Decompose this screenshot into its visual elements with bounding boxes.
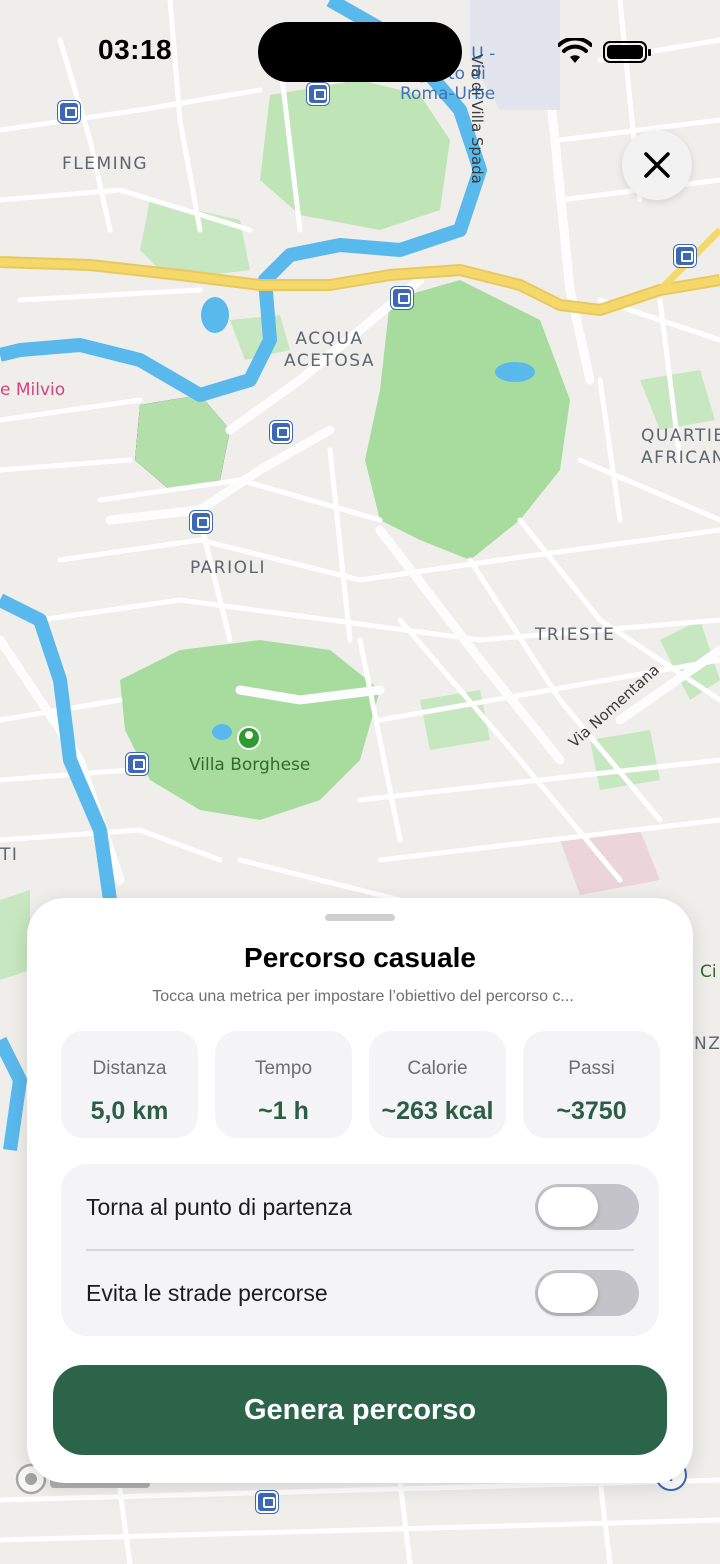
map-label-acqua-line1: ACQUA [295, 329, 364, 349]
metric-card-distanza[interactable]: Distanza 5,0 km [61, 1031, 198, 1138]
map-label-trieste: TRIESTE [535, 625, 616, 645]
metro-station-icon[interactable] [58, 101, 80, 123]
map-label-villa-borghese: Villa Borghese [189, 755, 311, 775]
map-label-edge-ci: Ci [700, 962, 717, 982]
status-time: 03:18 [98, 34, 173, 65]
map-label-acqua-acetosa: ACQUA ACETOSA [284, 328, 375, 372]
battery-icon [603, 41, 651, 63]
map-label-edge-nzo: NZO [694, 1034, 720, 1054]
avoid-streets-switch[interactable] [535, 1270, 639, 1316]
metric-label: Tempo [254, 1058, 313, 1079]
metro-station-icon[interactable] [307, 83, 329, 105]
map-label-acqua-line2: ACETOSA [284, 351, 375, 371]
map-label-via-villa-spada: Via di Villa Spada [468, 54, 486, 184]
metro-station-icon[interactable] [270, 421, 292, 443]
metric-value: ~263 kcal [381, 1097, 494, 1125]
metro-station-icon[interactable] [674, 245, 696, 267]
metro-station-icon[interactable] [190, 511, 212, 533]
metric-card-tempo[interactable]: Tempo ~1 h [215, 1031, 352, 1138]
toggle-row-avoid-streets[interactable]: Evita le strade percorse [61, 1250, 659, 1336]
metric-value: ~1 h [258, 1097, 309, 1125]
toggle-row-return-start[interactable]: Torna al punto di partenza [61, 1164, 659, 1251]
return-start-switch[interactable] [535, 1184, 639, 1230]
metric-label: Calorie [407, 1058, 468, 1079]
map-label-edge-ti: TI [0, 845, 19, 865]
metric-label: Passi [568, 1058, 615, 1079]
dynamic-island [258, 22, 462, 82]
metric-card-calorie[interactable]: Calorie ~263 kcal [369, 1031, 506, 1138]
map-label-ponte-milvio: e Milvio [0, 380, 66, 400]
toggle-label: Evita le strade percorse [86, 1280, 328, 1306]
metric-label: Distanza [92, 1058, 167, 1079]
map-label-fleming: FLEMING [62, 154, 149, 174]
options-group: Torna al punto di partenza Evita le stra… [61, 1164, 659, 1336]
generate-route-button[interactable]: Genera percorso [53, 1365, 667, 1455]
map-label-quartiere-line1: QUARTIE [641, 426, 720, 446]
sheet-subtitle: Tocca una metrica per impostare l’obiett… [152, 988, 574, 1005]
metro-station-icon[interactable] [126, 753, 148, 775]
wifi-icon [558, 38, 592, 63]
route-sheet: Percorso casuale Tocca una metrica per i… [27, 898, 693, 1483]
sheet-title: Percorso casuale [244, 942, 476, 973]
map-label-quartiere-line2: AFRICAN [641, 448, 720, 468]
metric-value: ~3750 [556, 1097, 627, 1125]
close-icon [644, 152, 670, 178]
toggle-label: Torna al punto di partenza [86, 1194, 352, 1220]
park-tree-icon[interactable] [237, 726, 261, 750]
sheet-grabber[interactable] [325, 914, 395, 921]
map-label-quartiere: QUARTIE AFRICAN [641, 426, 720, 468]
metric-card-passi[interactable]: Passi ~3750 [523, 1031, 660, 1138]
metro-station-icon[interactable] [256, 1491, 278, 1513]
metro-station-icon[interactable] [391, 287, 413, 309]
close-button[interactable] [622, 130, 692, 200]
metric-value: 5,0 km [90, 1097, 169, 1125]
map-label-parioli: PARIOLI [190, 558, 266, 578]
